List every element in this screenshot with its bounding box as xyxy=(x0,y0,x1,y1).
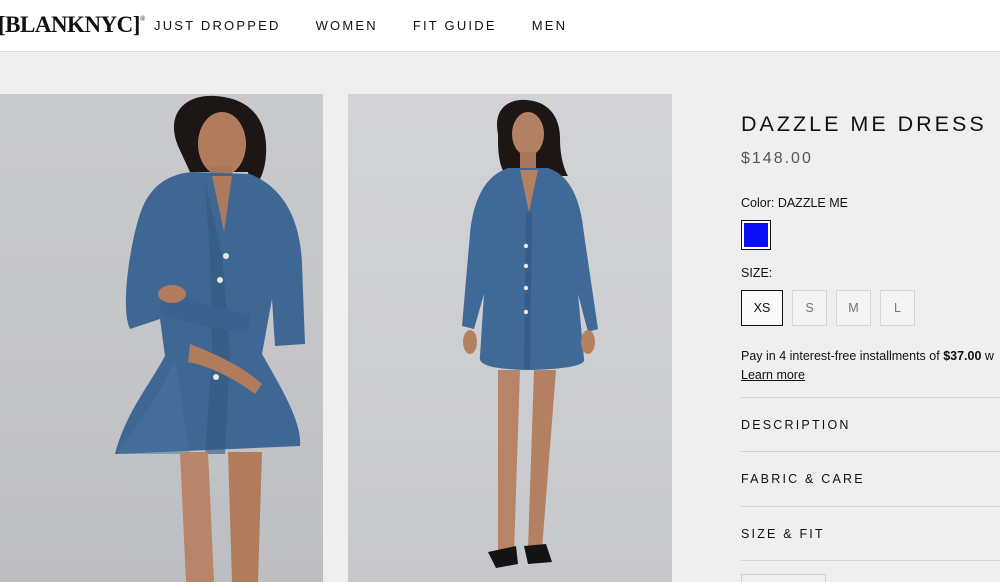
main-nav: JUST DROPPED WOMEN FIT GUIDE MEN xyxy=(154,18,602,33)
learn-more-link[interactable]: Learn more xyxy=(741,368,805,382)
accordion-fabric-care[interactable]: FABRIC & CARE xyxy=(741,451,1000,505)
site-header: [BLANKNYC]® JUST DROPPED WOMEN FIT GUIDE… xyxy=(0,0,1000,52)
color-swatch-fill xyxy=(744,223,768,247)
size-option-l[interactable]: L xyxy=(880,290,915,326)
product-photo-1[interactable] xyxy=(0,94,323,582)
model-illustration-1 xyxy=(115,95,305,582)
model-illustration-2 xyxy=(462,99,598,568)
accordion-description[interactable]: DESCRIPTION xyxy=(741,397,1000,451)
color-label: Color: DAZZLE ME xyxy=(741,196,848,210)
size-label: SIZE: xyxy=(741,266,773,280)
accordion-divider xyxy=(741,560,1000,561)
installments-prefix: Pay in 4 interest-free installments of xyxy=(741,349,944,363)
size-option-m[interactable]: M xyxy=(836,290,871,326)
accordion-fabric-care-label: FABRIC & CARE xyxy=(741,472,865,486)
installments-suffix: w xyxy=(981,349,994,363)
accordion-size-fit-label: SIZE & FIT xyxy=(741,527,825,541)
accordion-size-fit[interactable]: SIZE & FIT xyxy=(741,506,1000,560)
size-selector: XS S M L xyxy=(741,290,924,326)
product-photo-2[interactable] xyxy=(348,94,672,582)
nav-item-fit-guide[interactable]: FIT GUIDE xyxy=(413,18,497,33)
registered-mark: ® xyxy=(139,15,145,23)
nav-item-just-dropped[interactable]: JUST DROPPED xyxy=(154,18,281,33)
installments-text: Pay in 4 interest-free installments of $… xyxy=(741,349,994,363)
color-swatch-dazzle-me[interactable] xyxy=(741,220,771,250)
product-price: $148.00 xyxy=(741,150,813,167)
partial-button[interactable] xyxy=(741,574,826,582)
nav-item-men[interactable]: MEN xyxy=(532,18,568,33)
installments-amount: $37.00 xyxy=(943,349,982,363)
size-option-xs[interactable]: XS xyxy=(741,290,783,326)
nav-item-women[interactable]: WOMEN xyxy=(316,18,378,33)
accordion-description-label: DESCRIPTION xyxy=(741,418,851,432)
size-option-s[interactable]: S xyxy=(792,290,827,326)
product-title: DAZZLE ME DRESS xyxy=(741,112,987,136)
brand-logo-text[interactable]: [BLANKNYC] xyxy=(0,12,140,37)
brand-logo[interactable]: [BLANKNYC]® xyxy=(0,12,145,38)
